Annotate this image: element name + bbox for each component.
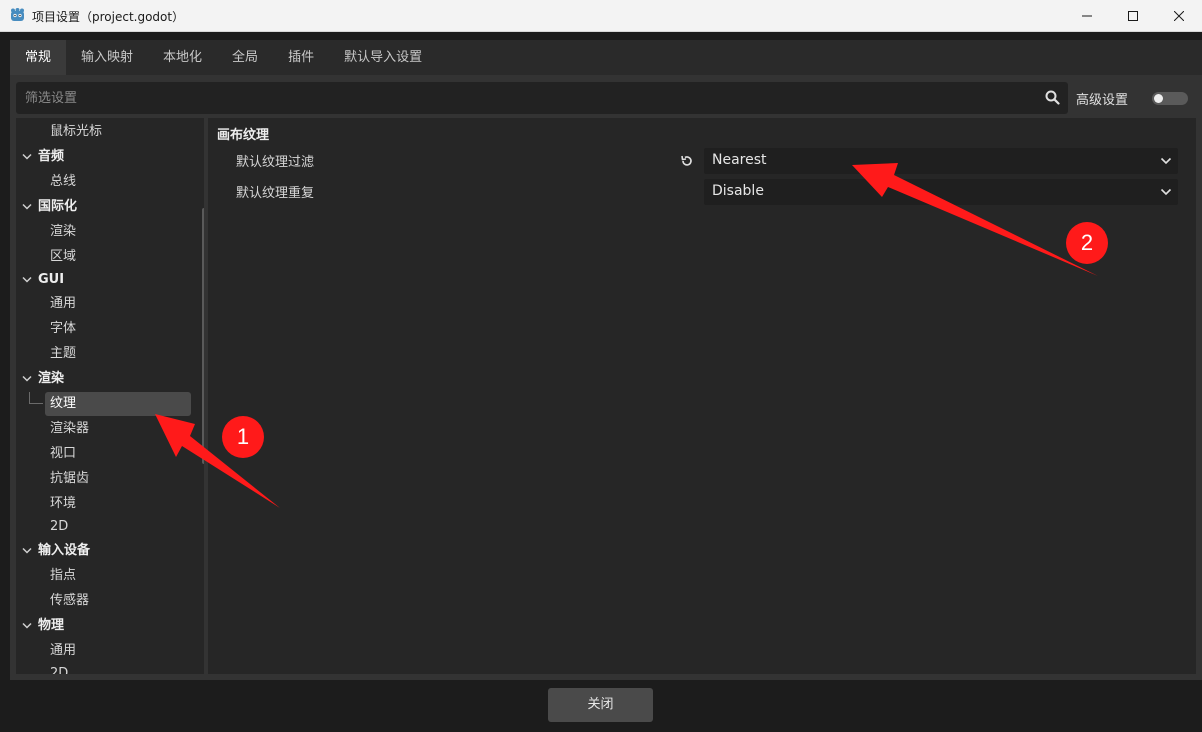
tab-globals[interactable]: 全局	[217, 40, 274, 75]
tab-import-defaults[interactable]: 默认导入设置	[329, 40, 438, 75]
tab-localization[interactable]: 本地化	[148, 40, 218, 75]
annotation-badge-2: 2	[1066, 222, 1108, 264]
annotation-arrows	[155, 163, 1098, 508]
annotation-badge-1: 1	[222, 416, 264, 458]
tab-general[interactable]: 常规	[10, 40, 67, 75]
tab-input-map[interactable]: 输入映射	[66, 40, 149, 75]
arrow-2	[852, 163, 1098, 276]
tab-bar: 常规 输入映射 本地化 全局 插件 默认导入设置	[10, 40, 438, 75]
tab-plugins[interactable]: 插件	[273, 40, 330, 75]
